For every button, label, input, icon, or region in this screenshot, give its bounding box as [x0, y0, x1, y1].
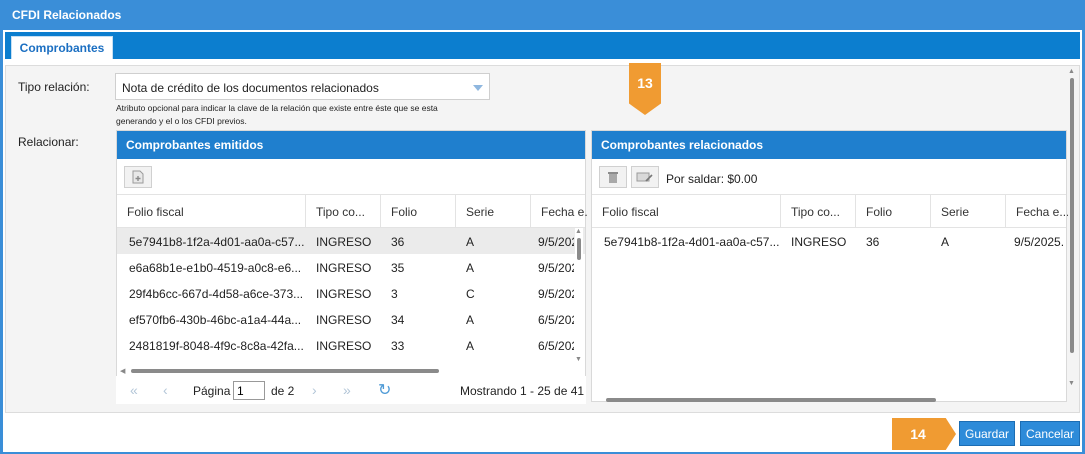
tipo-relacion-label: Tipo relación: — [18, 80, 90, 94]
cell-fecha: 6/5/202 — [538, 339, 574, 353]
cell-folio: 36 — [391, 235, 405, 249]
cell-tipo: INGRESO — [316, 287, 372, 301]
next-page-icon[interactable]: › — [312, 382, 317, 398]
hint-line-1: Atributo opcional para indicar la clave … — [116, 103, 438, 113]
cell-folio-fiscal: 29f4b6cc-667d-4d58-a6ce-373... — [129, 287, 304, 301]
cell-tipo: INGRESO — [316, 339, 372, 353]
cell-tipo: INGRESO — [791, 235, 847, 249]
col-serie[interactable]: Serie — [456, 195, 531, 228]
emitidos-horizontal-scrollbar[interactable] — [131, 369, 439, 373]
tab-bar: Comprobantes — [5, 32, 1080, 59]
delete-button[interactable] — [599, 166, 627, 188]
page-label: Página — [193, 384, 231, 398]
relacionados-table-header: Folio fiscal Tipo co... Folio Serie Fech… — [592, 194, 1068, 228]
table-row[interactable]: 29f4b6cc-667d-4d58-a6ce-373... INGRESO 3… — [117, 280, 585, 306]
scroll-down-icon[interactable]: ▼ — [575, 356, 582, 363]
first-page-icon[interactable]: « — [130, 382, 138, 398]
emitidos-vertical-scrollbar[interactable]: ▲ ▼ — [575, 228, 583, 368]
chevron-down-icon[interactable] — [473, 85, 483, 91]
cell-folio: 34 — [391, 313, 405, 327]
cell-folio: 33 — [391, 339, 405, 353]
cell-tipo: INGRESO — [316, 235, 372, 249]
scroll-thumb[interactable] — [577, 238, 581, 260]
hint-line-2: generando y el o los CFDI previos. — [116, 116, 247, 126]
paging-info: Mostrando 1 - 25 de 41 — [460, 384, 585, 398]
cell-folio: 3 — [391, 287, 398, 301]
emitidos-pager: « ‹ Página de 2 › » ↻ Mostrando 1 - 25 d… — [116, 376, 586, 404]
scroll-down-icon[interactable]: ▼ — [1068, 380, 1075, 387]
cell-folio-fiscal: ef570fb6-430b-46bc-a1a4-44a... — [129, 313, 302, 327]
por-saldar-text: Por saldar: $0.00 — [666, 172, 758, 186]
emitidos-toolbar — [117, 159, 585, 194]
page-number-input[interactable] — [233, 381, 265, 400]
dialog-window: CFDI Relacionados Comprobantes Tipo rela… — [0, 0, 1085, 454]
tab-comprobantes[interactable]: Comprobantes — [11, 36, 113, 59]
relacionados-rows: 5e7941b8-1f2a-4d01-aa0a-c57... INGRESO 3… — [592, 228, 1066, 254]
scroll-up-icon[interactable]: ▲ — [1068, 68, 1075, 75]
emitidos-rows: 5e7941b8-1f2a-4d01-aa0a-c57... INGRESO 3… — [117, 228, 585, 358]
refresh-icon[interactable]: ↻ — [378, 380, 391, 400]
col-folio[interactable]: Folio — [381, 195, 456, 228]
cell-folio-fiscal: 5e7941b8-1f2a-4d01-aa0a-c57... — [604, 235, 779, 249]
table-row[interactable]: ef570fb6-430b-46bc-a1a4-44a... INGRESO 3… — [117, 306, 585, 332]
scroll-thumb[interactable] — [1070, 78, 1074, 353]
cell-folio-fiscal: e6a68b1e-e1b0-4519-a0c8-e6... — [129, 261, 302, 275]
cell-serie: A — [941, 235, 950, 249]
cell-serie: A — [466, 339, 475, 353]
page-total: de 2 — [271, 384, 295, 398]
last-page-icon[interactable]: » — [343, 382, 351, 398]
tipo-relacion-select[interactable]: Nota de crédito de los documentos relaci… — [115, 73, 490, 100]
col-fecha-emision[interactable]: Fecha e... — [531, 195, 587, 228]
table-row[interactable]: e6a68b1e-e1b0-4519-a0c8-e6... INGRESO 35… — [117, 254, 585, 280]
tipo-relacion-hint: Atributo opcional para indicar la clave … — [116, 102, 446, 128]
cell-folio: 36 — [866, 235, 880, 249]
comprobantes-relacionados-panel: Comprobantes relacionados Por saldar: $0… — [591, 130, 1068, 402]
comprobantes-relacionados-title: Comprobantes relacionados — [592, 131, 1066, 159]
save-button[interactable]: Guardar — [959, 421, 1015, 446]
col-fecha-emision[interactable]: Fecha e... — [1006, 195, 1068, 228]
add-document-button[interactable] — [124, 166, 152, 188]
col-folio[interactable]: Folio — [856, 195, 931, 228]
cell-fecha: 9/5/202 — [538, 261, 574, 275]
col-tipo-comprobante[interactable]: Tipo co... — [781, 195, 856, 228]
cell-serie: A — [466, 313, 475, 327]
cell-folio: 35 — [391, 261, 405, 275]
table-row[interactable]: 5e7941b8-1f2a-4d01-aa0a-c57... INGRESO 3… — [117, 228, 585, 254]
prev-page-icon[interactable]: ‹ — [163, 382, 168, 398]
col-folio-fiscal[interactable]: Folio fiscal — [592, 195, 781, 228]
cell-folio-fiscal: 5e7941b8-1f2a-4d01-aa0a-c57... — [129, 235, 304, 249]
col-serie[interactable]: Serie — [931, 195, 1006, 228]
relacionados-horizontal-scrollbar[interactable] — [606, 398, 936, 402]
table-row[interactable]: 2481819f-8048-4f9c-8c8a-42fa... INGRESO … — [117, 332, 585, 358]
comprobantes-emitidos-panel: Comprobantes emitidos Folio fiscal Tipo … — [116, 130, 587, 402]
relacionados-toolbar: Por saldar: $0.00 — [592, 159, 1066, 194]
scroll-left-icon[interactable]: ◀ — [120, 367, 125, 375]
cell-fecha: 9/5/202 — [538, 235, 574, 249]
cell-folio-fiscal: 2481819f-8048-4f9c-8c8a-42fa... — [129, 339, 304, 353]
money-edit-icon — [636, 172, 653, 182]
cell-tipo: INGRESO — [316, 313, 372, 327]
edit-amount-button[interactable] — [631, 166, 659, 188]
cell-tipo: INGRESO — [316, 261, 372, 275]
comprobantes-emitidos-title: Comprobantes emitidos — [117, 131, 585, 159]
emitidos-table-header: Folio fiscal Tipo co... Folio Serie Fech… — [117, 194, 587, 228]
col-folio-fiscal[interactable]: Folio fiscal — [117, 195, 306, 228]
step-14-callout: 14 — [892, 418, 956, 450]
add-document-icon — [132, 170, 144, 184]
table-row[interactable]: 5e7941b8-1f2a-4d01-aa0a-c57... INGRESO 3… — [592, 228, 1066, 254]
tipo-relacion-value: Nota de crédito de los documentos relaci… — [122, 81, 379, 95]
cell-serie: A — [466, 235, 475, 249]
cell-fecha: 6/5/202 — [538, 313, 574, 327]
dialog-title: CFDI Relacionados — [12, 8, 122, 22]
col-tipo-comprobante[interactable]: Tipo co... — [306, 195, 381, 228]
cell-fecha: 9/5/202 — [538, 287, 574, 301]
cell-fecha: 9/5/2025. — [1014, 235, 1065, 249]
form-vertical-scrollbar[interactable]: ▲ ▼ — [1066, 68, 1078, 393]
cell-serie: A — [466, 261, 475, 275]
cancel-button[interactable]: Cancelar — [1020, 421, 1080, 446]
trash-icon — [608, 171, 618, 183]
scroll-up-icon[interactable]: ▲ — [575, 228, 582, 235]
relacionar-label: Relacionar: — [18, 135, 79, 149]
cell-serie: C — [466, 287, 475, 301]
